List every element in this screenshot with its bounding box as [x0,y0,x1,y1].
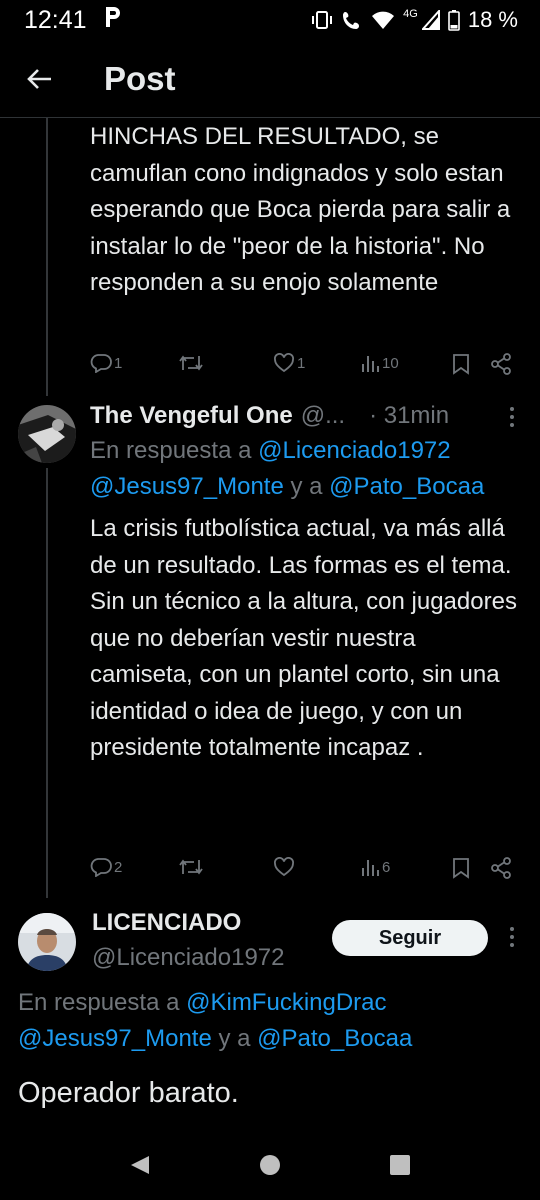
nav-home-icon[interactable] [259,1154,281,1176]
battery-icon [448,9,460,31]
reply-context: En respuesta a @Licenciado1972 @Jesus97_… [90,433,530,505]
avatar[interactable] [18,913,76,971]
network-type: 4G [403,8,418,20]
more-options-button[interactable] [508,926,516,953]
back-button[interactable] [0,40,80,118]
views-button[interactable]: 10 [360,353,399,373]
bookmark-button[interactable] [452,353,470,375]
tweet-actions: 2 6 [90,857,520,887]
mention-link[interactable]: @Pato_Bocaa [257,1025,412,1052]
view-count: 6 [382,858,391,876]
page-title: Post [104,59,176,97]
reply-context: En respuesta a @KimFuckingDrac @Jesus97_… [18,985,528,1057]
vibrate-icon [311,10,333,30]
reply-count: 2 [114,858,123,876]
tweet-text: Operador barato. [18,1077,239,1109]
bookmark-icon [453,858,469,879]
status-time: 12:41 [24,5,87,34]
display-name[interactable]: LICENCIADO [92,909,241,937]
display-name[interactable]: The Vengeful One [90,402,293,430]
more-vertical-icon [510,927,514,947]
tweet-header: LICENCIADO [92,905,241,941]
thread-line [46,468,48,898]
bookmark-icon [453,354,469,375]
heart-icon [274,353,294,373]
signal-icon [421,10,440,30]
status-bar: 12:41 4G 18 % [0,0,540,40]
tweet-header: The Vengeful One @... · 31min [90,398,490,434]
retweet-icon [179,355,203,371]
reply-prefix: En respuesta a [18,989,187,1016]
heart-icon [274,857,294,877]
back-arrow-icon [27,68,51,89]
retweet-button[interactable] [178,857,204,877]
like-button[interactable]: 1 [273,353,305,373]
user-handle[interactable]: @... [301,402,345,430]
mention-link[interactable]: @KimFuckingDrac [186,989,386,1016]
share-icon [491,353,511,375]
reply-prefix: En respuesta a [90,437,259,464]
wifi-call-icon [341,9,363,31]
share-button[interactable] [490,353,512,375]
tweet-actions: 1 1 10 [90,353,520,383]
views-button[interactable]: 6 [360,857,390,877]
nav-back-icon[interactable] [129,1154,151,1176]
views-icon [362,356,379,372]
follow-button[interactable]: Seguir [332,920,488,956]
reply-icon [90,858,112,877]
view-count: 10 [382,354,399,372]
nav-recents-icon[interactable] [389,1154,411,1176]
share-button[interactable] [490,857,512,879]
app-header: Post [0,40,540,118]
avatar[interactable] [18,405,76,463]
like-button[interactable] [273,857,295,877]
share-icon [491,857,511,879]
handle-row: @Licenciado1972 [92,940,285,976]
views-icon [362,860,379,876]
more-vertical-icon [510,407,514,427]
system-nav-bar [0,1130,540,1200]
thread-line [46,118,48,396]
parking-icon [103,5,123,36]
mention-link[interactable]: @Jesus97_Monte [90,473,284,500]
reply-button[interactable]: 1 [90,353,122,373]
tweet-time: · 31min [369,402,450,429]
mention-link[interactable]: @Pato_Bocaa [329,473,484,500]
reply-count: 1 [114,354,123,372]
more-options-button[interactable] [508,406,516,433]
user-handle[interactable]: @Licenciado1972 [92,944,285,972]
reply-button[interactable]: 2 [90,857,122,877]
wifi-icon [371,10,395,30]
reply-and: y a [211,1025,258,1052]
battery-level: 18 % [467,7,518,32]
like-count: 1 [297,354,306,372]
bookmark-button[interactable] [452,857,470,879]
reply-and: y a [283,473,330,500]
tweet-text: La crisis futbolística actual, va más al… [90,515,517,761]
retweet-button[interactable] [178,353,204,373]
mention-link[interactable]: @Licenciado1972 [258,437,451,464]
mention-link[interactable]: @Jesus97_Monte [18,1025,212,1052]
retweet-icon [179,859,203,875]
tweet-text: HINCHAS DEL RESULTADO, se camuflan cono … [90,123,511,296]
reply-icon [90,354,112,373]
